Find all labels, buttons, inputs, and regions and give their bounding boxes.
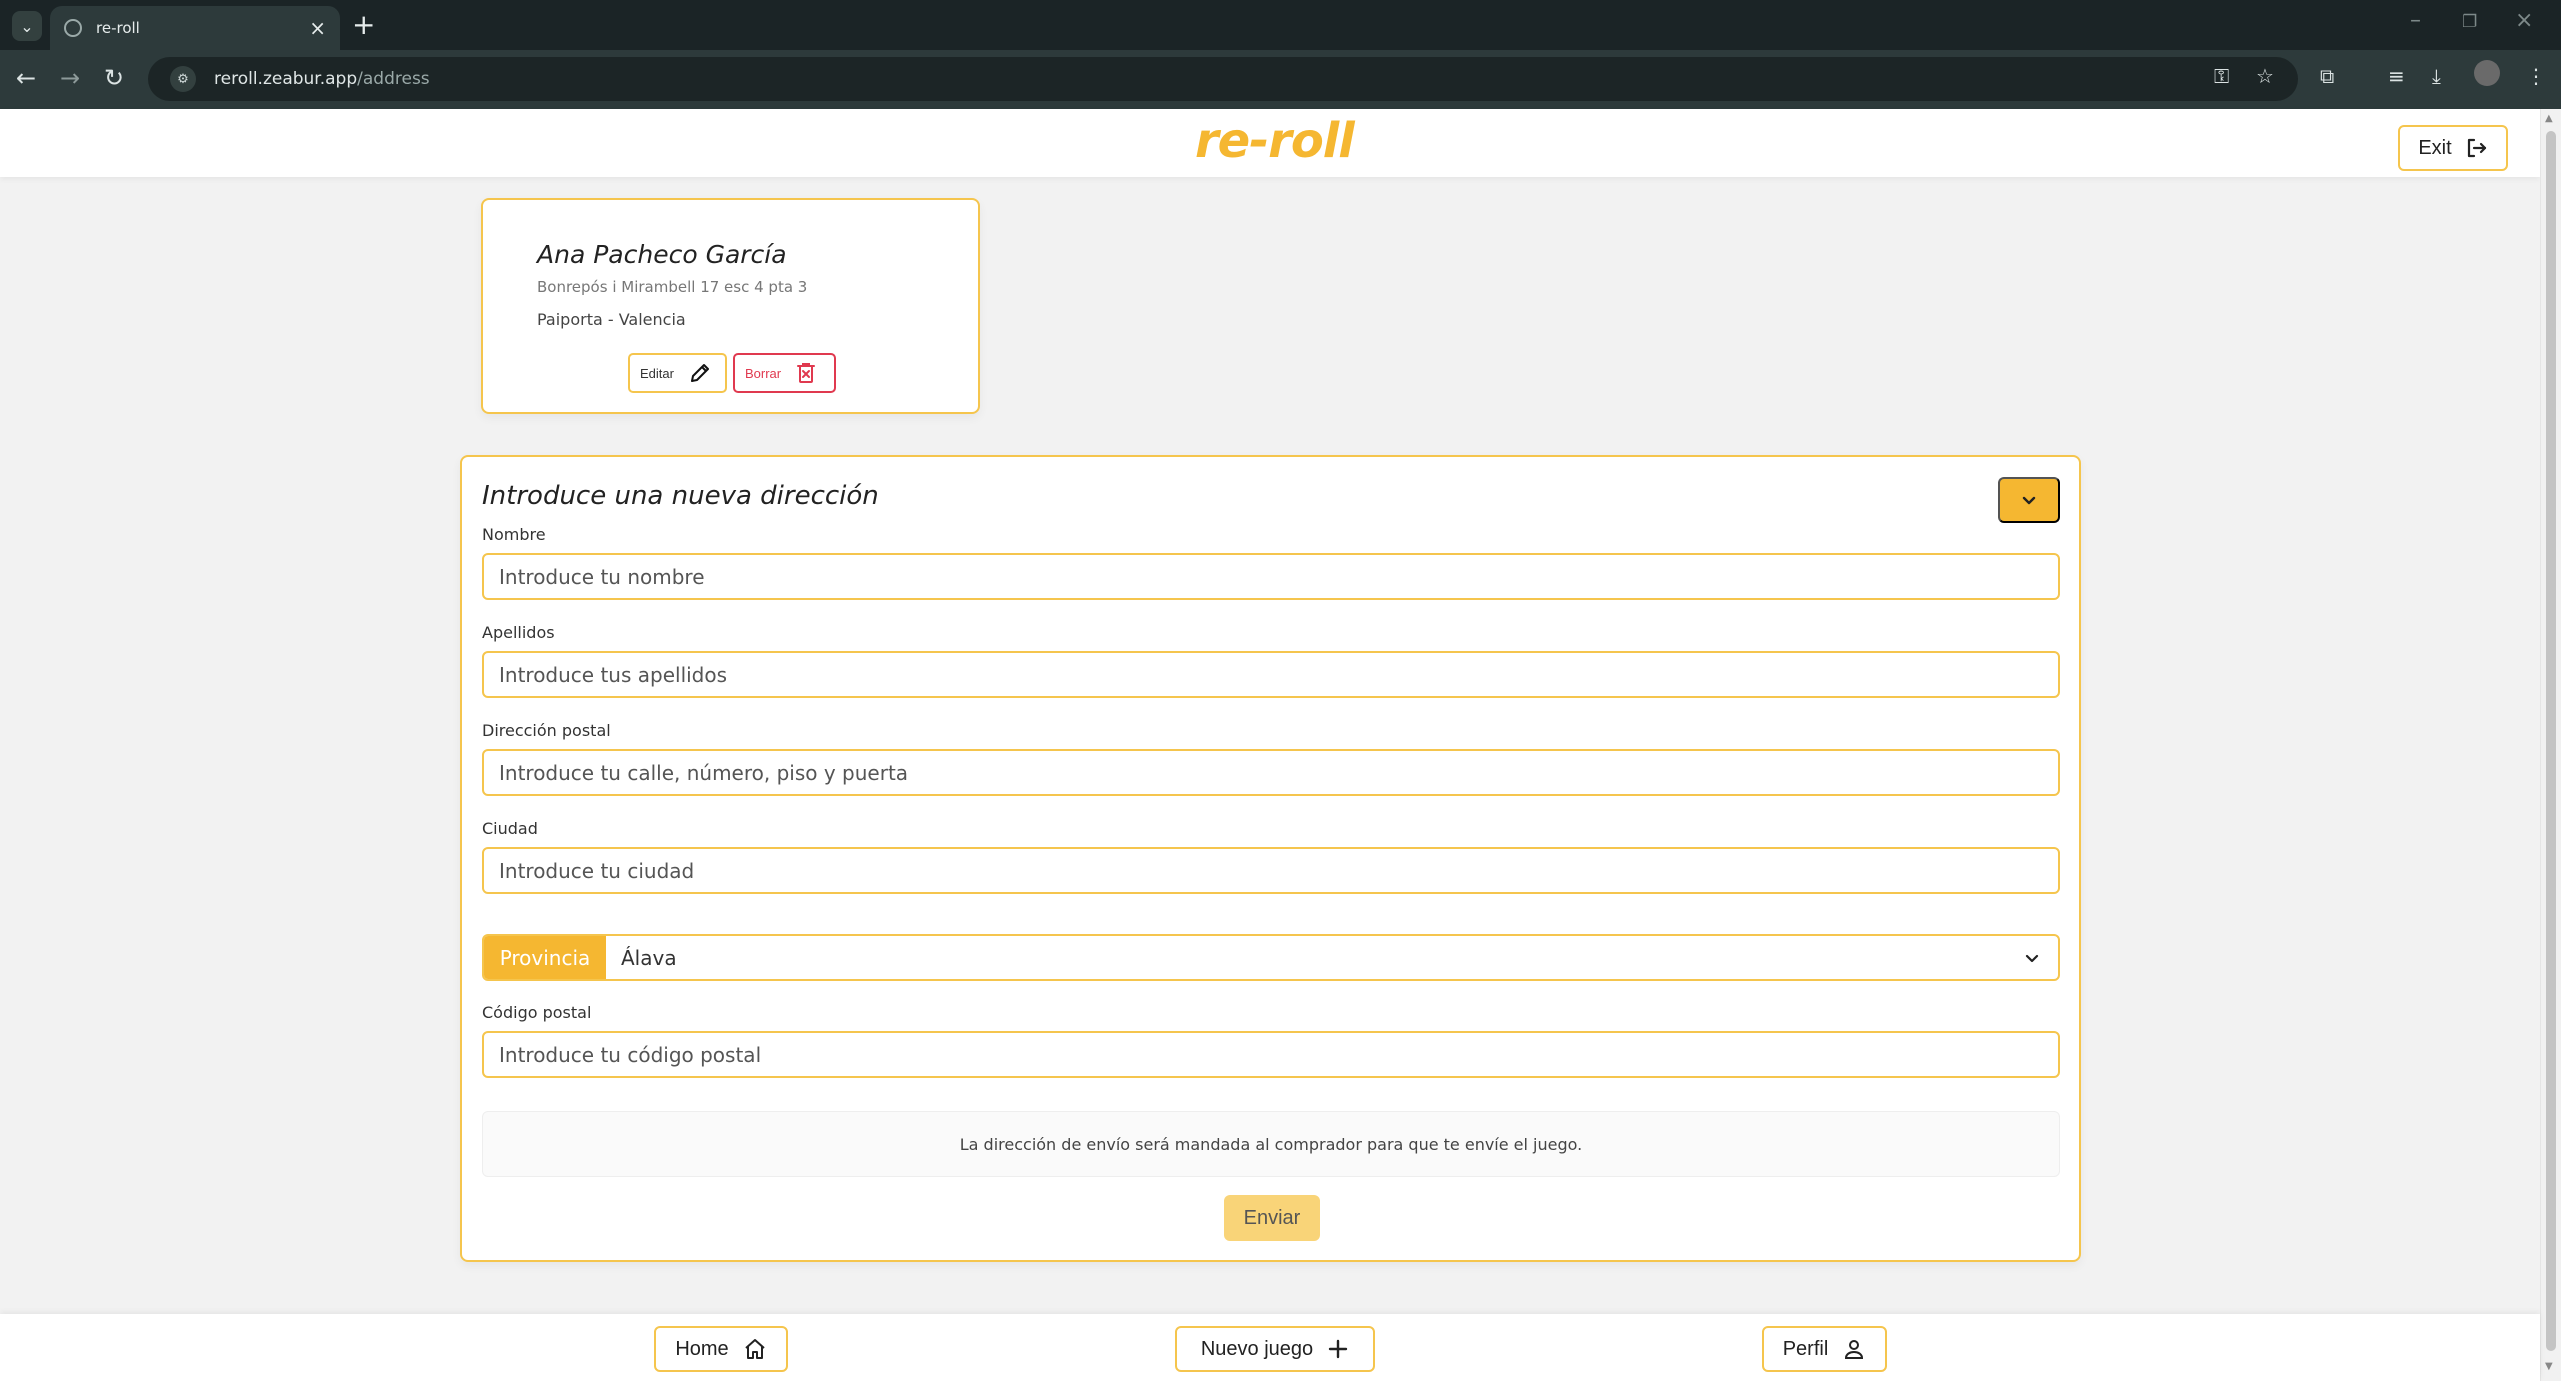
apellidos-input[interactable] — [482, 651, 2060, 698]
delete-address-button[interactable]: Borrar — [733, 353, 836, 393]
back-icon[interactable]: ← — [16, 63, 36, 93]
forward-icon[interactable]: → — [60, 63, 80, 93]
tab-bar: ⌄ re-roll × + – ❐ × — [0, 0, 2561, 50]
edit-label: Editar — [640, 365, 674, 381]
exit-button[interactable]: Exit — [2398, 125, 2508, 171]
new-game-label: Nuevo juego — [1200, 1337, 1314, 1360]
scroll-up-icon[interactable]: ▲ — [2545, 113, 2553, 124]
tab-title: re-roll — [96, 19, 140, 37]
pencil-icon — [690, 364, 709, 382]
home-label: Home — [675, 1337, 729, 1360]
direccion-label: Dirección postal — [482, 721, 611, 740]
provincia-selected-value: Álava — [621, 945, 677, 970]
restore-icon[interactable]: ❐ — [2462, 12, 2477, 32]
media-control-icon[interactable]: ≡ — [2388, 64, 2405, 88]
profile-avatar-icon[interactable] — [2474, 60, 2500, 86]
scroll-down-icon[interactable]: ▼ — [2545, 1361, 2553, 1372]
tab-search-button[interactable]: ⌄ — [12, 11, 42, 41]
apellidos-label: Apellidos — [482, 623, 555, 642]
browser-menu-icon[interactable]: ⋮ — [2526, 64, 2546, 88]
nombre-input[interactable] — [482, 553, 2060, 600]
form-title: Introduce una nueva dirección — [482, 481, 879, 511]
app-header: re-roll Exit — [0, 109, 2540, 177]
site-info-icon[interactable]: ⚙ — [170, 66, 196, 92]
plus-icon — [1328, 1339, 1348, 1359]
browser-tab[interactable]: re-roll × — [50, 6, 340, 50]
new-tab-button[interactable]: + — [352, 8, 375, 41]
delete-label: Borrar — [745, 365, 782, 381]
address-bar[interactable]: ⚙ reroll.zeabur.app/address — [148, 57, 2298, 101]
extensions-icon[interactable]: ⧉ — [2320, 64, 2334, 88]
bookmark-star-icon[interactable]: ☆ — [2256, 64, 2274, 88]
shipping-notice: La dirección de envío será mandada al co… — [482, 1111, 2060, 1177]
downloads-icon[interactable]: ⤓ — [2432, 64, 2441, 88]
new-game-nav-button[interactable]: Nuevo juego — [1175, 1326, 1375, 1372]
tab-favicon-icon — [64, 19, 82, 37]
provincia-label: Provincia — [484, 936, 606, 979]
page-scrollbar[interactable]: ▲ ▼ — [2540, 109, 2561, 1381]
provincia-select[interactable]: Provincia Álava — [482, 934, 2060, 981]
browser-chrome: ⌄ re-roll × + – ❐ × ← → ↻ ⚙ reroll.zeabu… — [0, 0, 2561, 109]
address-street: Bonrepós i Mirambell 17 esc 4 pta 3 — [537, 278, 808, 296]
ciudad-label: Ciudad — [482, 819, 538, 838]
address-name: Ana Pacheco García — [537, 240, 787, 269]
direccion-input[interactable] — [482, 749, 2060, 796]
tab-close-icon[interactable]: × — [309, 16, 326, 40]
ciudad-input[interactable] — [482, 847, 2060, 894]
app-logo[interactable]: re-roll — [1195, 113, 1355, 169]
trash-x-icon — [797, 363, 816, 383]
codigo-postal-input[interactable] — [482, 1031, 2060, 1078]
profile-label: Perfil — [1782, 1337, 1829, 1360]
saved-address-card: Ana Pacheco García Bonrepós i Mirambell … — [481, 198, 980, 414]
user-icon — [1845, 1340, 1864, 1359]
scrollbar-thumb[interactable] — [2546, 131, 2556, 1351]
new-address-form: Introduce una nueva dirección Nombre Ape… — [460, 455, 2081, 1262]
logout-icon — [2467, 138, 2486, 158]
browser-toolbar: ← → ↻ ⚙ reroll.zeabur.app/address ⚿ ☆ ⧉ … — [0, 50, 2561, 109]
reload-icon[interactable]: ↻ — [104, 63, 124, 93]
chevron-down-icon — [2022, 496, 2036, 505]
url-text: reroll.zeabur.app/address — [214, 69, 430, 89]
home-icon — [745, 1339, 765, 1359]
nombre-label: Nombre — [482, 525, 546, 544]
minimize-icon[interactable]: – — [2410, 8, 2421, 33]
window-close-icon[interactable]: × — [2515, 8, 2533, 33]
edit-address-button[interactable]: Editar — [628, 353, 727, 393]
home-nav-button[interactable]: Home — [654, 1326, 788, 1372]
select-chevron-down-icon — [2006, 936, 2058, 979]
profile-nav-button[interactable]: Perfil — [1762, 1326, 1887, 1372]
address-city: Paiporta - Valencia — [537, 310, 686, 329]
bottom-nav: Home Nuevo juego Perfil — [0, 1314, 2540, 1381]
codigo-postal-label: Código postal — [482, 1003, 592, 1022]
password-key-icon[interactable]: ⚿ — [2214, 64, 2229, 88]
collapse-form-button[interactable] — [1998, 477, 2060, 523]
exit-label: Exit — [2418, 136, 2452, 159]
submit-button[interactable]: Enviar — [1224, 1195, 1320, 1241]
address-actions: Editar Borrar — [628, 353, 836, 393]
